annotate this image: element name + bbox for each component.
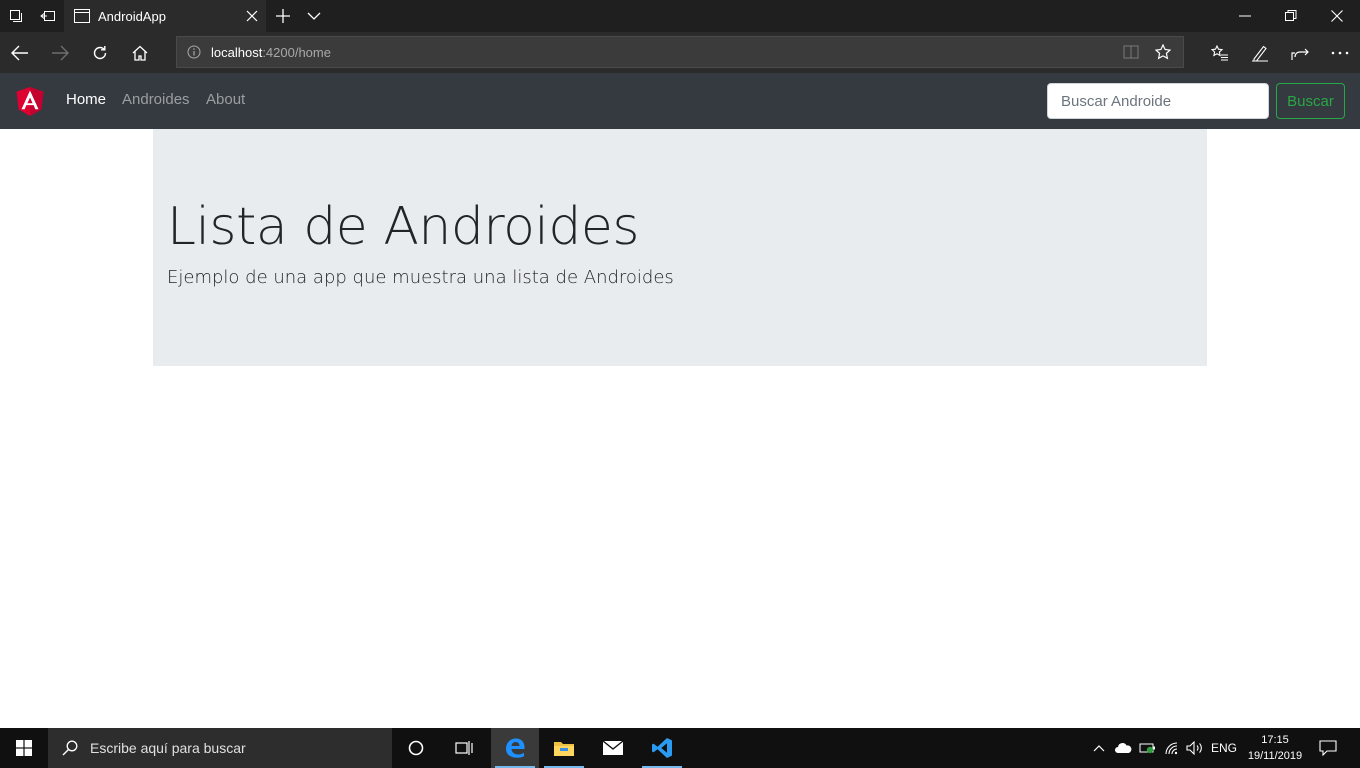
cortana-icon[interactable] — [392, 728, 440, 768]
url-path: :4200/home — [262, 44, 331, 60]
wifi-icon[interactable] — [1161, 728, 1183, 768]
star-favorite-icon[interactable] — [1147, 37, 1179, 67]
jumbotron: Lista de Androides Ejemplo de una app qu… — [153, 129, 1207, 366]
task-view-icon[interactable] — [440, 728, 488, 768]
chevron-down-icon[interactable] — [300, 0, 328, 32]
search-button[interactable]: Buscar — [1276, 83, 1345, 119]
input-language[interactable]: ENG — [1208, 728, 1240, 768]
windows-start-icon[interactable] — [0, 728, 48, 768]
pen-notes-icon[interactable] — [1240, 32, 1280, 73]
mail-icon[interactable] — [589, 728, 637, 768]
url-text: localhost:4200/home — [211, 45, 331, 60]
nav-link-androides[interactable]: Androides — [122, 91, 190, 108]
tab-title: AndroidApp — [98, 8, 166, 24]
battery-icon[interactable] — [1137, 728, 1159, 768]
close-tab-icon[interactable] — [238, 0, 266, 32]
nav-link-about[interactable]: About — [206, 91, 245, 108]
clock-time: 17:15 — [1261, 734, 1289, 746]
page-icon — [74, 9, 90, 23]
tab-sets-icon[interactable] — [0, 0, 32, 32]
search-icon — [62, 740, 78, 756]
more-options-icon[interactable] — [1320, 32, 1360, 73]
windows-taskbar: Escribe aquí para buscar ENG 17:15 19/11… — [0, 728, 1360, 768]
new-tab-icon[interactable] — [270, 0, 296, 32]
search-androide-input[interactable] — [1047, 83, 1269, 119]
back-arrow-icon[interactable] — [0, 32, 40, 73]
forward-arrow-icon[interactable] — [40, 32, 80, 73]
vscode-icon[interactable] — [638, 728, 686, 768]
onedrive-cloud-icon[interactable] — [1112, 728, 1134, 768]
nav-link-home[interactable]: Home — [66, 91, 106, 108]
info-icon[interactable] — [177, 45, 211, 59]
browser-tab-strip: AndroidApp — [0, 0, 1360, 32]
app-navbar: Home Androides About Buscar — [0, 73, 1360, 129]
refresh-icon[interactable] — [80, 32, 120, 73]
close-window-icon[interactable] — [1314, 0, 1360, 32]
share-icon[interactable] — [1280, 32, 1320, 73]
browser-toolbar: localhost:4200/home — [0, 32, 1360, 73]
action-center-icon[interactable] — [1312, 728, 1344, 768]
favorites-icon[interactable] — [1200, 32, 1240, 73]
angular-logo-icon[interactable] — [16, 87, 44, 117]
taskbar-clock[interactable]: 17:15 19/11/2019 — [1240, 732, 1310, 764]
volume-icon[interactable] — [1184, 728, 1206, 768]
page-title: Lista de Androides — [167, 197, 639, 257]
set-tabs-aside-icon[interactable] — [32, 0, 64, 32]
restore-icon[interactable] — [1268, 0, 1314, 32]
minimize-icon[interactable] — [1222, 0, 1268, 32]
address-bar[interactable]: localhost:4200/home — [176, 36, 1184, 68]
reading-view-icon[interactable] — [1115, 37, 1147, 67]
taskbar-search-placeholder: Escribe aquí para buscar — [90, 740, 246, 756]
chevron-up-icon[interactable] — [1090, 728, 1108, 768]
browser-tab[interactable]: AndroidApp — [64, 0, 266, 32]
home-icon[interactable] — [120, 32, 160, 73]
edge-browser-icon[interactable] — [491, 728, 539, 768]
lead-text: Ejemplo de una app que muestra una lista… — [167, 267, 674, 288]
clock-date: 19/11/2019 — [1247, 750, 1303, 762]
url-host: localhost — [211, 44, 263, 60]
taskbar-search-box[interactable]: Escribe aquí para buscar — [48, 728, 392, 768]
file-explorer-icon[interactable] — [540, 728, 588, 768]
